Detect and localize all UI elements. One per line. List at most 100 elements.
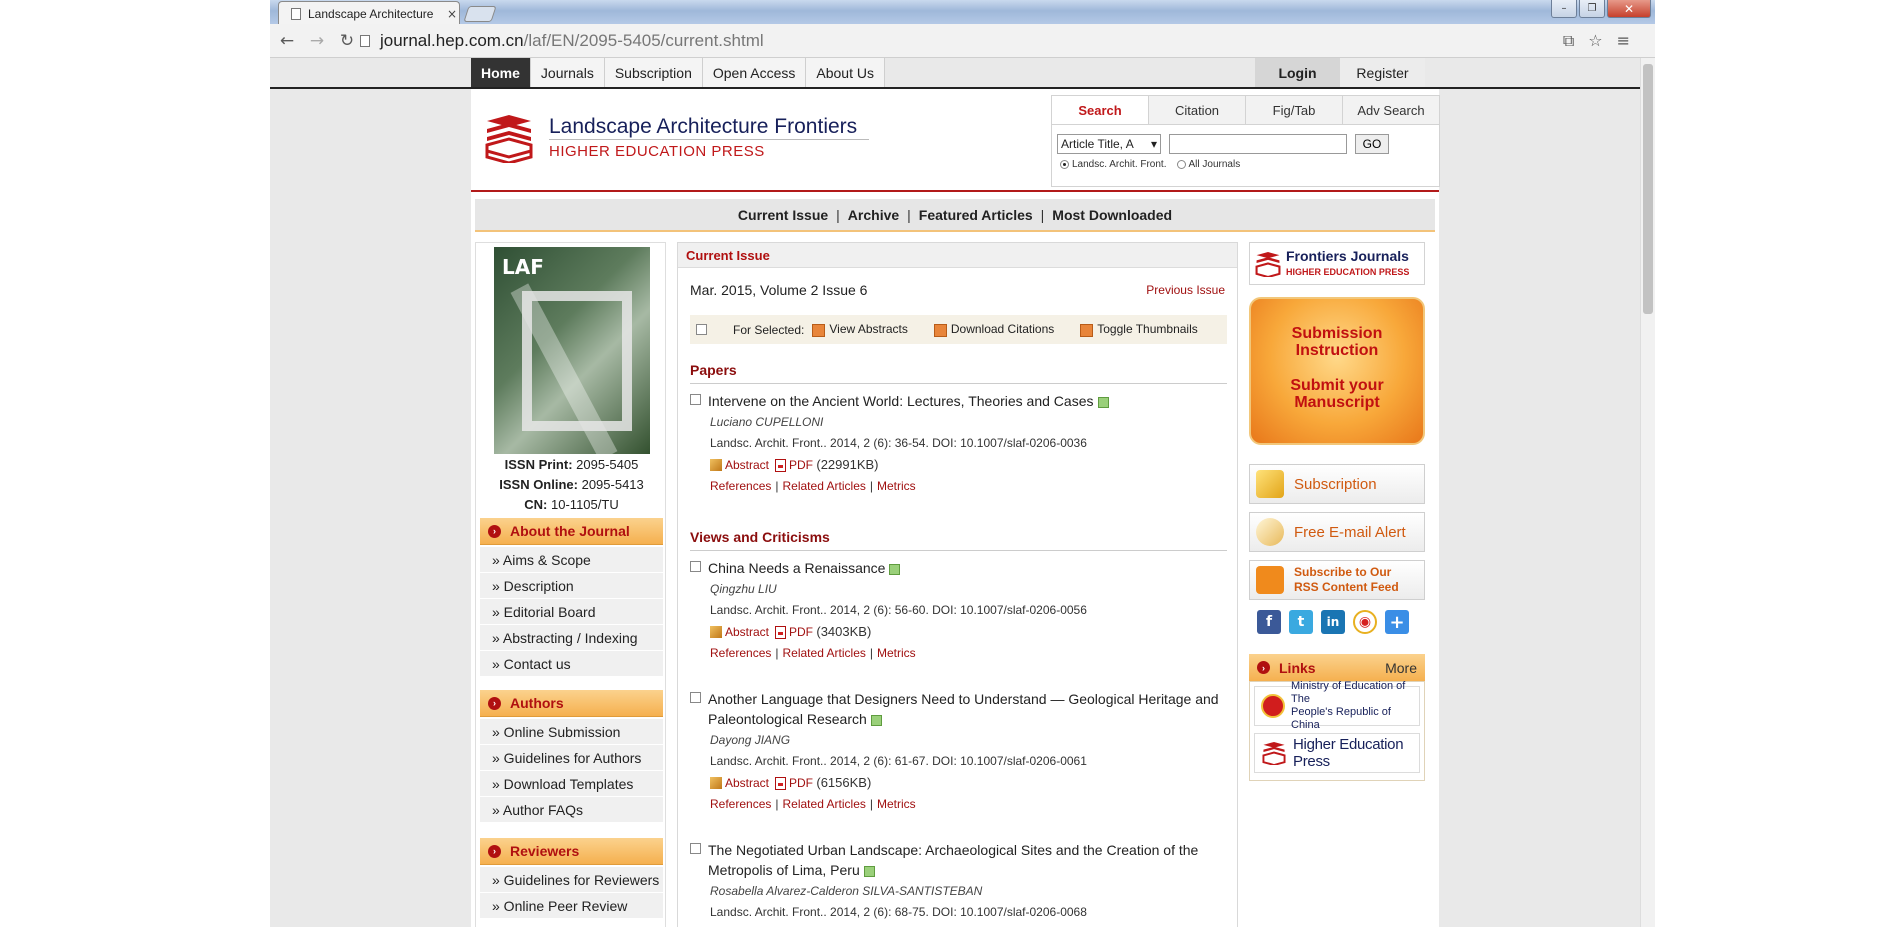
metrics-link[interactable]: Metrics — [877, 646, 916, 660]
thumbnail-icon[interactable] — [889, 563, 901, 575]
download-citations-button[interactable]: Download Citations — [933, 322, 1054, 337]
journal-cover-image[interactable]: LAF — [494, 247, 650, 454]
journal-title[interactable]: Landscape Architecture Frontiers — [549, 115, 857, 139]
maximize-button[interactable]: ❐ — [1579, 0, 1605, 18]
pdf-link[interactable]: PDF (22991KB) — [775, 457, 879, 473]
view-abstracts-button[interactable]: View Abstracts — [812, 322, 908, 337]
tab-adv-search[interactable]: Adv Search — [1343, 96, 1439, 124]
page-content: Landscape Architecture Frontiers HIGHER … — [471, 89, 1440, 927]
radio-all-journals[interactable]: All Journals — [1176, 159, 1240, 170]
email-alert-button[interactable]: Free E-mail Alert — [1249, 512, 1425, 552]
sidebar-item-guidelines-authors[interactable]: » Guidelines for Authors — [480, 745, 663, 771]
nav-journals[interactable]: Journals — [530, 58, 605, 87]
radio-this-journal[interactable]: Landsc. Archit. Front. — [1060, 159, 1167, 170]
article-title-link[interactable]: China Needs a Renaissance — [708, 560, 885, 576]
article-author[interactable]: Dayong JIANG — [710, 733, 1227, 747]
page-scrollbar[interactable] — [1640, 58, 1655, 927]
article-checkbox[interactable] — [690, 561, 701, 572]
menu-icon[interactable]: ≡ — [1617, 31, 1630, 51]
tab-citation[interactable]: Citation — [1149, 96, 1246, 124]
metrics-link[interactable]: Metrics — [877, 479, 916, 493]
higher-education-press-link[interactable]: Higher Education Press — [1254, 733, 1420, 773]
search-field-select[interactable]: Article Title, A ▾ — [1057, 134, 1161, 154]
sidebar-item-aims-scope[interactable]: » Aims & Scope — [480, 547, 663, 573]
article-author[interactable]: Luciano CUPELLONI — [710, 415, 1227, 429]
frontiers-journals-banner[interactable]: Frontiers Journals HIGHER EDUCATION PRES… — [1249, 242, 1425, 285]
metrics-link[interactable]: Metrics — [877, 797, 916, 811]
nav-open-access[interactable]: Open Access — [702, 58, 807, 87]
nav-subscription[interactable]: Subscription — [604, 58, 703, 87]
linkedin-icon[interactable]: in — [1321, 610, 1345, 634]
tab-fig-tab[interactable]: Fig/Tab — [1246, 96, 1343, 124]
tab-search[interactable]: Search — [1052, 96, 1149, 124]
sidebar-item-description[interactable]: » Description — [480, 573, 663, 599]
weibo-icon[interactable]: ◉ — [1353, 610, 1377, 634]
related-articles-link[interactable]: Related Articles — [783, 646, 866, 660]
translate-icon[interactable]: ⧉ — [1563, 31, 1574, 51]
sidebar-item-guidelines-reviewers[interactable]: » Guidelines for Reviewers — [480, 867, 663, 893]
close-tab-icon[interactable]: × — [447, 7, 457, 21]
subnav-most-downloaded[interactable]: Most Downloaded — [1052, 207, 1172, 223]
related-articles-link[interactable]: Related Articles — [783, 479, 866, 493]
twitter-icon[interactable]: t — [1289, 610, 1313, 634]
moe-line-1: Ministry of Education of The — [1291, 680, 1406, 705]
hep-logo-icon[interactable] — [483, 113, 535, 163]
previous-issue-link[interactable]: Previous Issue — [1146, 283, 1225, 297]
abstract-link[interactable]: Abstract — [710, 625, 769, 639]
references-link[interactable]: References — [710, 797, 771, 811]
subnav-archive[interactable]: Archive — [848, 207, 899, 223]
article-title-link[interactable]: Another Language that Designers Need to … — [708, 691, 1219, 727]
article-title-link[interactable]: Intervene on the Ancient World: Lectures… — [708, 393, 1094, 409]
forward-icon[interactable]: → — [304, 31, 330, 51]
article-checkbox[interactable] — [690, 843, 701, 854]
rss-feed-button[interactable]: Subscribe to Our RSS Content Feed — [1249, 560, 1425, 600]
article-checkbox[interactable] — [690, 692, 701, 703]
browser-tab[interactable]: Landscape Architecture × — [278, 1, 460, 25]
share-plus-icon[interactable]: + — [1385, 610, 1409, 634]
references-link[interactable]: References — [710, 646, 771, 660]
search-input[interactable] — [1169, 134, 1347, 154]
thumbnail-icon[interactable] — [863, 865, 875, 877]
pdf-link[interactable]: PDF (6156KB) — [775, 775, 871, 791]
subnav-current-issue[interactable]: Current Issue — [738, 207, 828, 223]
nav-home[interactable]: Home — [471, 58, 531, 87]
references-link[interactable]: References — [710, 479, 771, 493]
sidebar-item-contact-us[interactable]: » Contact us — [480, 651, 663, 677]
sidebar-item-abstracting-indexing[interactable]: » Abstracting / Indexing — [480, 625, 663, 651]
pdf-link[interactable]: PDF (3403KB) — [775, 624, 871, 640]
minimize-button[interactable]: – — [1551, 0, 1577, 18]
address-bar[interactable]: journal.hep.com.cn/laf/EN/2095-5405/curr… — [360, 28, 1640, 54]
links-more-link[interactable]: More — [1385, 660, 1417, 676]
go-button[interactable]: GO — [1355, 134, 1389, 154]
thumbnail-icon[interactable] — [870, 714, 882, 726]
thumbnail-icon[interactable] — [1097, 396, 1109, 408]
sidebar-item-editorial-board[interactable]: » Editorial Board — [480, 599, 663, 625]
new-tab-button[interactable] — [463, 6, 497, 22]
back-icon[interactable]: ← — [274, 31, 300, 51]
sidebar-item-download-templates[interactable]: » Download Templates — [480, 771, 663, 797]
subnav-featured-articles[interactable]: Featured Articles — [919, 207, 1033, 223]
article-author[interactable]: Qingzhu LIU — [710, 582, 1227, 596]
select-all-checkbox[interactable] — [696, 324, 707, 335]
login-button[interactable]: Login — [1255, 58, 1340, 87]
reload-icon[interactable]: ↻ — [334, 31, 360, 51]
close-window-button[interactable]: ✕ — [1607, 0, 1651, 18]
bookmark-star-icon[interactable]: ☆ — [1588, 31, 1602, 51]
abstract-link[interactable]: Abstract — [710, 458, 769, 472]
subscription-button[interactable]: Subscription — [1249, 464, 1425, 504]
article-checkbox[interactable] — [690, 394, 701, 405]
related-articles-link[interactable]: Related Articles — [783, 797, 866, 811]
sidebar-item-online-peer-review[interactable]: » Online Peer Review — [480, 893, 663, 919]
sidebar-item-online-submission[interactable]: » Online Submission — [480, 719, 663, 745]
abstract-link[interactable]: Abstract — [710, 776, 769, 790]
nav-about-us[interactable]: About Us — [806, 58, 885, 87]
toggle-thumbnails-button[interactable]: Toggle Thumbnails — [1080, 322, 1198, 337]
scrollbar-thumb[interactable] — [1643, 64, 1653, 314]
submit-manuscript-banner[interactable]: Submission Instruction Submit your Manuscr… — [1249, 297, 1425, 445]
register-button[interactable]: Register — [1340, 58, 1425, 87]
ministry-of-education-link[interactable]: Ministry of Education of The People's Rep… — [1254, 680, 1420, 731]
article-title-link[interactable]: The Negotiated Urban Landscape: Archaeol… — [708, 842, 1198, 878]
sidebar-item-author-faqs[interactable]: » Author FAQs — [480, 797, 663, 823]
facebook-icon[interactable]: f — [1257, 610, 1281, 634]
article-author[interactable]: Rosabella Alvarez-Calderon SILVA-SANTIST… — [710, 884, 1227, 898]
